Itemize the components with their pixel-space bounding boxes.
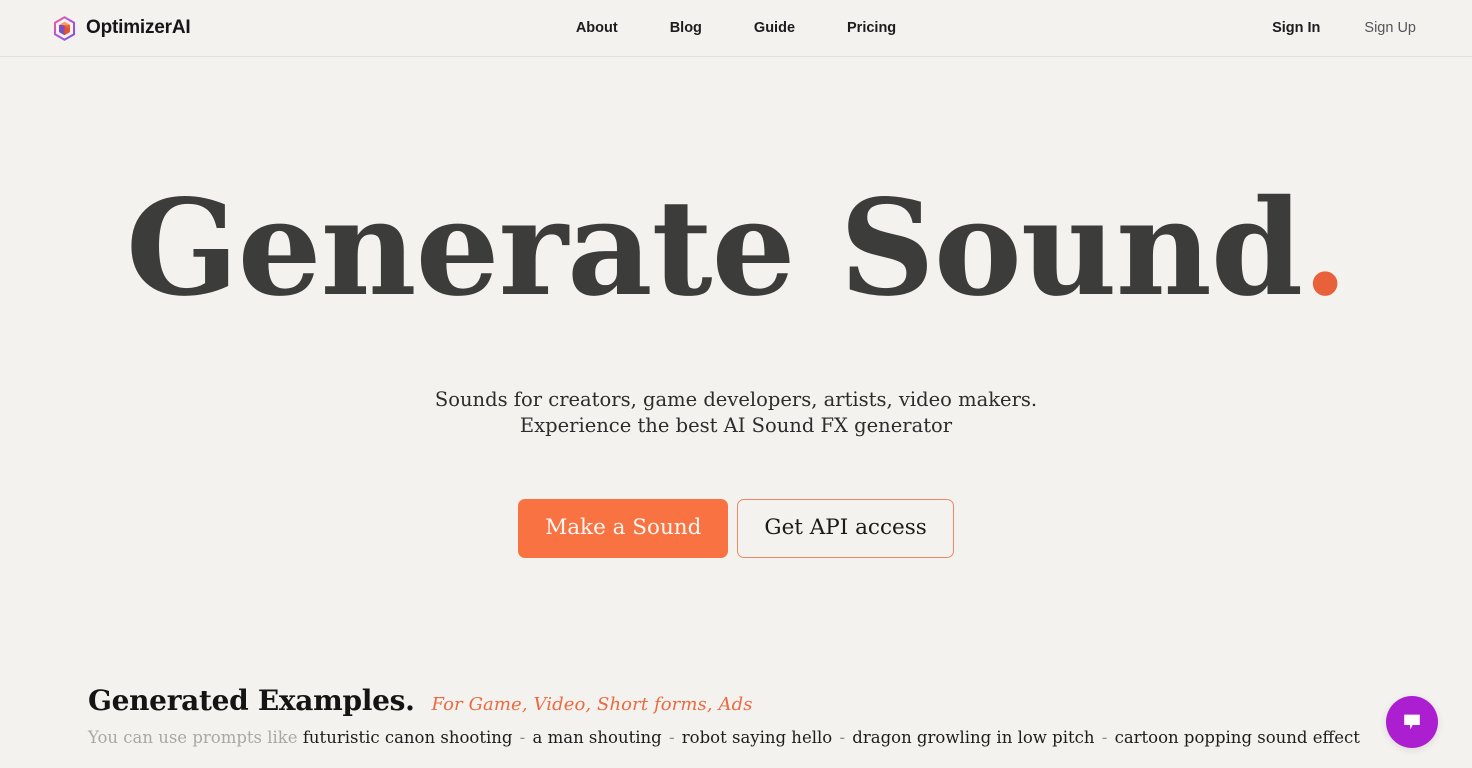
prompt-separator-3: - [839,728,846,747]
prompt-item-5[interactable]: cartoon popping sound effect [1115,728,1360,747]
prompt-separator-4: - [1101,728,1108,747]
site-header: OptimizerAI About Blog Guide Pricing Sig… [0,0,1472,57]
generated-examples-section: Generated Examples. For Game, Video, Sho… [88,684,1360,747]
hero-subtitle-line-2: Experience the best AI Sound FX generato… [519,414,953,438]
hero-cta-group: Make a Sound Get API access [0,498,1472,559]
get-api-access-button[interactable]: Get API access [737,498,954,559]
nav-item-pricing[interactable]: Pricing [821,14,922,42]
examples-title: Generated Examples. [88,684,415,717]
nav-item-blog[interactable]: Blog [644,14,728,42]
sign-in-link[interactable]: Sign In [1250,14,1342,42]
brand-logo[interactable]: OptimizerAI [52,15,191,41]
chat-bubble-icon [1404,714,1420,730]
hero-subtitle-line-1: Sounds for creators, game developers, ar… [434,388,1038,411]
auth-actions: Sign In Sign Up [1250,14,1438,42]
primary-nav: About Blog Guide Pricing [550,14,922,42]
page-title: Generate Sound. [0,183,1472,315]
examples-headline: Generated Examples. For Game, Video, Sho… [88,684,1288,717]
prompt-item-1[interactable]: futuristic canon shooting [303,728,513,747]
nav-item-about[interactable]: About [550,14,644,42]
prompt-lead-text: You can use prompts like [88,728,298,747]
hero-subtitle: Sounds for creators, game developers, ar… [0,387,1472,440]
examples-tags: For Game, Video, Short forms, Ads [431,694,753,715]
hexagon-cube-icon [53,15,76,41]
hero-section: Generate Sound. Sounds for creators, gam… [0,57,1472,559]
make-a-sound-button[interactable]: Make a Sound [518,498,729,559]
prompt-item-2[interactable]: a man shouting [533,728,662,747]
prompt-item-3[interactable]: robot saying hello [682,728,832,747]
chat-launcher-button[interactable] [1386,696,1438,748]
brand-name: OptimizerAI [86,17,191,38]
sign-up-link[interactable]: Sign Up [1342,14,1438,42]
prompt-item-4[interactable]: dragon growling in low pitch [852,728,1094,747]
nav-item-guide[interactable]: Guide [728,14,821,42]
hero-title-dot: . [1302,171,1348,326]
hero-title-text: Generate Sound [125,171,1303,326]
prompt-separator-2: - [668,728,675,747]
examples-prompt-list: You can use prompts like futuristic cano… [88,728,1360,747]
prompt-separator-1: - [519,728,526,747]
